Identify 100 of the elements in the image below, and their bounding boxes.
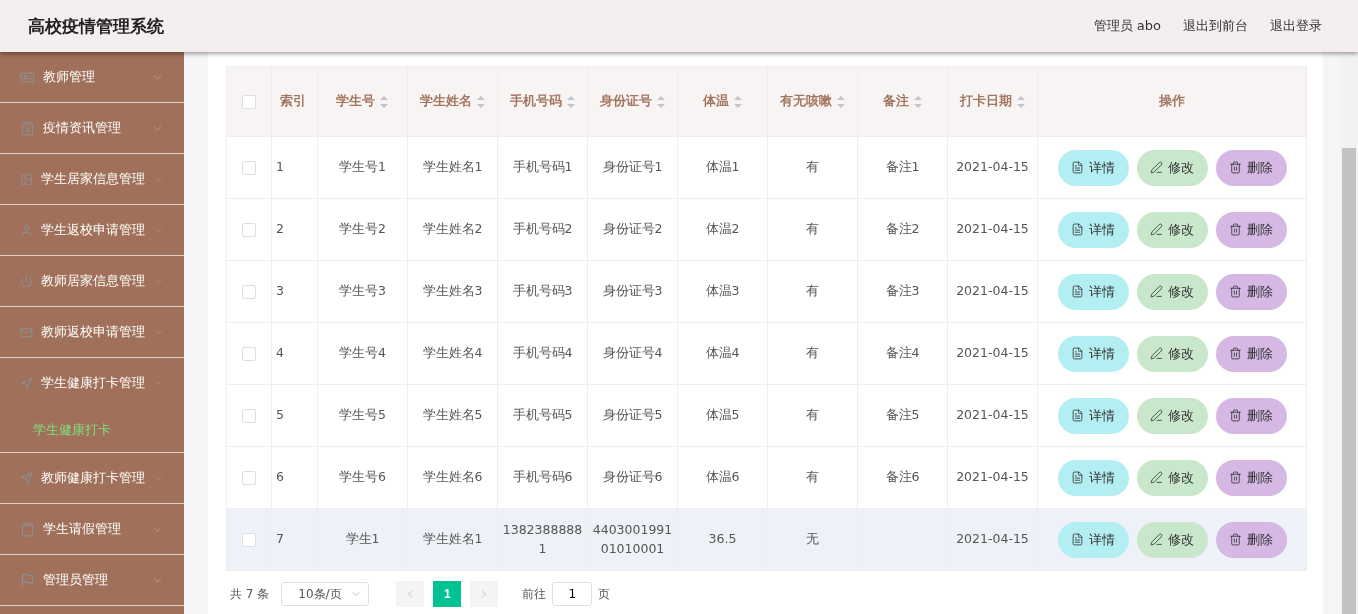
pen-icon	[1150, 161, 1163, 174]
table-cell: 手机号码5	[497, 384, 588, 447]
table-cell: 学生姓名1	[407, 136, 498, 199]
document-icon	[1071, 347, 1084, 360]
row-checkbox[interactable]	[242, 470, 256, 485]
action-button[interactable]: 删除	[1215, 273, 1287, 310]
row-checkbox[interactable]	[242, 284, 256, 299]
action-button[interactable]: 删除	[1215, 397, 1287, 434]
action-button[interactable]: 删除	[1215, 335, 1287, 372]
prev-page-button[interactable]	[396, 581, 425, 607]
row-checkbox[interactable]	[242, 532, 256, 547]
row-checkbox[interactable]	[242, 408, 256, 423]
column-header[interactable]: 身份证号	[587, 66, 678, 137]
action-button[interactable]: 删除	[1215, 459, 1287, 496]
table-cell: 备注6	[857, 446, 948, 509]
sort-icon[interactable]	[912, 95, 923, 108]
header-link[interactable]: 退出登录	[1270, 17, 1322, 35]
pen-icon	[1150, 471, 1163, 484]
table-cell: 体温2	[677, 198, 768, 261]
action-button[interactable]: 详情	[1057, 459, 1129, 496]
sidebar-item[interactable]: 学生请假管理	[0, 504, 184, 555]
table-cell: 手机号码4	[497, 322, 588, 385]
sort-icon[interactable]	[379, 95, 389, 108]
id-card-icon	[20, 69, 35, 85]
row-checkbox[interactable]	[242, 222, 256, 237]
column-header[interactable]: 体温	[677, 66, 768, 137]
column-header[interactable]: 手机号码	[497, 66, 588, 137]
action-button[interactable]: 删除	[1215, 521, 1287, 558]
select-all-checkbox[interactable]	[242, 95, 256, 110]
table-cell: 3	[271, 260, 318, 323]
sort-icon[interactable]	[565, 95, 576, 108]
action-button[interactable]: 修改	[1136, 211, 1208, 248]
action-button[interactable]: 修改	[1136, 397, 1208, 434]
action-button[interactable]: 修改	[1136, 273, 1208, 310]
column-header[interactable]: 备注	[857, 66, 948, 137]
table-cell: 2	[271, 198, 318, 261]
sidebar-item[interactable]: 教师居家信息管理	[0, 256, 184, 307]
sort-icon[interactable]	[1015, 95, 1026, 108]
column-header[interactable]: 学生号	[317, 66, 408, 137]
action-button[interactable]: 详情	[1057, 397, 1129, 434]
row-checkbox[interactable]	[242, 160, 256, 175]
action-button[interactable]: 修改	[1136, 149, 1208, 186]
table-cell: 体温4	[677, 322, 768, 385]
sidebar-item[interactable]: 教师返校申请管理	[0, 307, 184, 358]
action-button[interactable]: 修改	[1136, 521, 1208, 558]
trash-icon	[1229, 471, 1242, 484]
action-button[interactable]: 删除	[1215, 211, 1287, 248]
table-cell: 有	[767, 136, 858, 199]
flag-icon	[20, 572, 35, 588]
sort-icon[interactable]	[835, 95, 846, 108]
action-button[interactable]: 修改	[1136, 459, 1208, 496]
page-input[interactable]: 1	[552, 582, 593, 606]
sort-icon[interactable]	[732, 95, 743, 108]
next-page-button[interactable]	[470, 581, 499, 607]
action-button[interactable]: 详情	[1057, 211, 1129, 248]
table-cell: 学生姓名3	[407, 260, 498, 323]
trash-icon	[1229, 161, 1242, 174]
pen-icon	[1150, 347, 1163, 360]
scrollbar[interactable]	[1340, 52, 1358, 614]
table-cell: 2021-04-15	[947, 260, 1038, 323]
column-header[interactable]: 打卡日期	[947, 66, 1038, 137]
table-cell: 4	[271, 322, 318, 385]
row-checkbox[interactable]	[242, 346, 256, 361]
sidebar-item[interactable]: 教师健康打卡管理	[0, 453, 184, 504]
table-cell: 体温5	[677, 384, 768, 447]
table-cell: 440300199101010001	[587, 508, 678, 571]
sidebar-item[interactable]: 学生居家信息管理	[0, 154, 184, 205]
table-cell: 身份证号6	[587, 446, 678, 509]
action-button[interactable]: 修改	[1136, 335, 1208, 372]
action-button[interactable]: 详情	[1057, 149, 1129, 186]
total-count: 共 7 条	[230, 585, 270, 603]
table-cell: 2021-04-15	[947, 384, 1038, 447]
table-cell: 学生号6	[317, 446, 408, 509]
table-cell: 学生号3	[317, 260, 408, 323]
column-header[interactable]: 学生姓名	[407, 66, 498, 137]
sidebar-item[interactable]: 管理员管理	[0, 555, 184, 606]
table-cell: 1	[271, 136, 318, 199]
sidebar-item[interactable]: 教师管理	[0, 52, 184, 103]
action-button[interactable]: 详情	[1057, 335, 1129, 372]
header-link[interactable]: 退出到前台	[1183, 17, 1248, 35]
column-header: 操作	[1037, 66, 1307, 137]
table-cell: 体温3	[677, 260, 768, 323]
table-cell: 13823888881	[497, 508, 588, 571]
table-cell: 身份证号2	[587, 198, 678, 261]
table-cell: 学生姓名4	[407, 322, 498, 385]
table-cell: 学生号2	[317, 198, 408, 261]
action-button[interactable]: 删除	[1215, 149, 1287, 186]
column-header[interactable]: 有无咳嗽	[767, 66, 858, 137]
sort-icon[interactable]	[655, 95, 666, 108]
sidebar-item[interactable]: 学生返校申请管理	[0, 205, 184, 256]
sort-icon[interactable]	[475, 95, 486, 108]
sidebar-item[interactable]: 疫情资讯管理	[0, 103, 184, 154]
document-icon	[1071, 533, 1084, 546]
page-size-select[interactable]: 10条/页	[281, 582, 370, 606]
sidebar-item[interactable]: 学生健康打卡管理	[0, 358, 184, 408]
table-cell: 有	[767, 198, 858, 261]
action-button[interactable]: 详情	[1057, 273, 1129, 310]
action-button[interactable]: 详情	[1057, 521, 1129, 558]
send-icon	[20, 470, 33, 486]
table-cell: 备注4	[857, 322, 948, 385]
